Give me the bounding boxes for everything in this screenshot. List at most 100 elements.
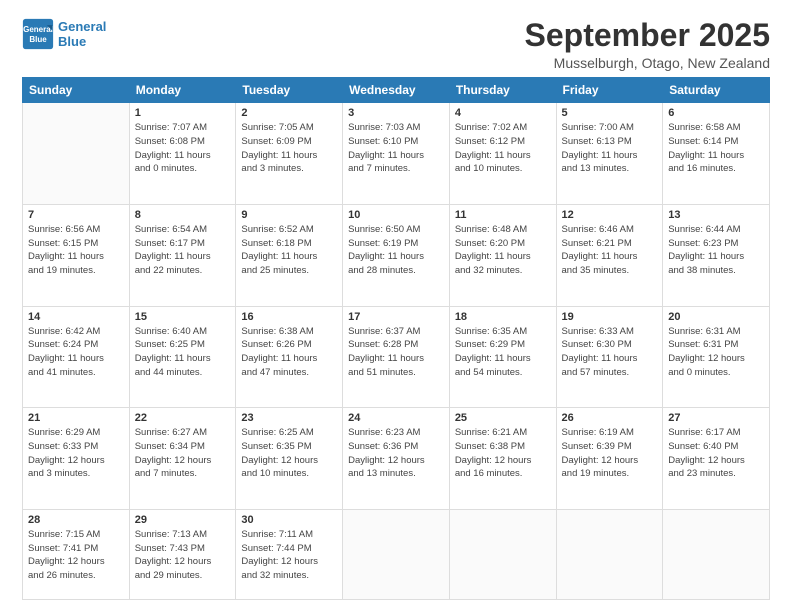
calendar-cell: 16Sunrise: 6:38 AM Sunset: 6:26 PM Dayli… — [236, 306, 343, 408]
day-number: 12 — [562, 209, 658, 221]
calendar-col-monday: Monday — [129, 78, 236, 103]
calendar-col-tuesday: Tuesday — [236, 78, 343, 103]
day-number: 5 — [562, 107, 658, 119]
calendar-cell: 13Sunrise: 6:44 AM Sunset: 6:23 PM Dayli… — [663, 204, 770, 306]
calendar-cell — [343, 509, 450, 599]
day-info: Sunrise: 6:40 AM Sunset: 6:25 PM Dayligh… — [135, 325, 231, 380]
calendar-col-thursday: Thursday — [449, 78, 556, 103]
calendar-week-4: 21 Sunrise: 6:29 AM Sunset: 6:33 PM Dayli… — [23, 408, 770, 510]
day-info: Sunrise: 6:21 AM Sunset: 6:38 PM Dayligh… — [455, 426, 551, 481]
day-info: Sunrise: 6:25 AM Sunset: 6:35 PM Dayligh… — [241, 426, 337, 481]
day-number: 7 — [28, 209, 124, 221]
day-number: 16 — [241, 311, 337, 323]
calendar-col-friday: Friday — [556, 78, 663, 103]
calendar-cell: 8 Sunrise: 6:54 AM Sunset: 6:17 PM Daylig… — [129, 204, 236, 306]
calendar-cell: 17 Sunrise: 6:37 AM Sunset: 6:28 PM Dayli… — [343, 306, 450, 408]
calendar-col-saturday: Saturday — [663, 78, 770, 103]
month-title: September 2025 — [525, 18, 770, 53]
day-number: 22 — [135, 412, 231, 424]
calendar-cell: 12 Sunrise: 6:46 AM Sunset: 6:21 PM Dayli… — [556, 204, 663, 306]
day-info: Sunrise: 7:02 AM Sunset: 6:12 PM Dayligh… — [455, 121, 551, 176]
calendar-cell: 10 Sunrise: 6:50 AM Sunset: 6:19 PM Dayli… — [343, 204, 450, 306]
day-number: 17 — [348, 311, 444, 323]
calendar-cell — [23, 103, 130, 205]
day-number: 13 — [668, 209, 764, 221]
calendar-cell: 7Sunrise: 6:56 AM Sunset: 6:15 PM Daylig… — [23, 204, 130, 306]
day-number: 21 — [28, 412, 124, 424]
day-info: Sunrise: 6:48 AM Sunset: 6:20 PM Dayligh… — [455, 223, 551, 278]
day-number: 10 — [348, 209, 444, 221]
calendar-week-2: 7Sunrise: 6:56 AM Sunset: 6:15 PM Daylig… — [23, 204, 770, 306]
day-info: Sunrise: 6:58 AM Sunset: 6:14 PM Dayligh… — [668, 121, 764, 176]
day-number: 27 — [668, 412, 764, 424]
day-number: 24 — [348, 412, 444, 424]
calendar-col-sunday: Sunday — [23, 78, 130, 103]
day-info: Sunrise: 7:03 AM Sunset: 6:10 PM Dayligh… — [348, 121, 444, 176]
calendar-cell: 22Sunrise: 6:27 AM Sunset: 6:34 PM Dayli… — [129, 408, 236, 510]
calendar-cell: 27Sunrise: 6:17 AM Sunset: 6:40 PM Dayli… — [663, 408, 770, 510]
day-number: 14 — [28, 311, 124, 323]
calendar-cell: 26 Sunrise: 6:19 AM Sunset: 6:39 PM Dayli… — [556, 408, 663, 510]
day-number: 28 — [28, 514, 124, 526]
day-info: Sunrise: 7:13 AM Sunset: 7:43 PM Dayligh… — [135, 528, 231, 583]
day-info: Sunrise: 6:29 AM Sunset: 6:33 PM Dayligh… — [28, 426, 124, 481]
day-number: 15 — [135, 311, 231, 323]
day-number: 8 — [135, 209, 231, 221]
page: General Blue General Blue September 2025… — [0, 0, 792, 612]
calendar-cell: 20 Sunrise: 6:31 AM Sunset: 6:31 PM Dayli… — [663, 306, 770, 408]
calendar-cell: 24 Sunrise: 6:23 AM Sunset: 6:36 PM Dayli… — [343, 408, 450, 510]
calendar-week-3: 14 Sunrise: 6:42 AM Sunset: 6:24 PM Dayli… — [23, 306, 770, 408]
calendar-table: SundayMondayTuesdayWednesdayThursdayFrid… — [22, 77, 770, 600]
day-number: 18 — [455, 311, 551, 323]
calendar-cell: 2Sunrise: 7:05 AM Sunset: 6:09 PM Daylig… — [236, 103, 343, 205]
calendar-cell: 28 Sunrise: 7:15 AM Sunset: 7:41 PM Dayli… — [23, 509, 130, 599]
day-info: Sunrise: 6:33 AM Sunset: 6:30 PM Dayligh… — [562, 325, 658, 380]
day-info: Sunrise: 6:37 AM Sunset: 6:28 PM Dayligh… — [348, 325, 444, 380]
day-info: Sunrise: 6:50 AM Sunset: 6:19 PM Dayligh… — [348, 223, 444, 278]
day-number: 11 — [455, 209, 551, 221]
calendar-cell: 11 Sunrise: 6:48 AM Sunset: 6:20 PM Dayli… — [449, 204, 556, 306]
title-block: September 2025 Musselburgh, Otago, New Z… — [525, 18, 770, 71]
day-number: 26 — [562, 412, 658, 424]
logo-icon: General Blue — [22, 18, 54, 50]
calendar-cell — [449, 509, 556, 599]
calendar-cell: 14 Sunrise: 6:42 AM Sunset: 6:24 PM Dayli… — [23, 306, 130, 408]
calendar-week-5: 28 Sunrise: 7:15 AM Sunset: 7:41 PM Dayli… — [23, 509, 770, 599]
day-number: 30 — [241, 514, 337, 526]
calendar-cell: 23 Sunrise: 6:25 AM Sunset: 6:35 PM Dayli… — [236, 408, 343, 510]
calendar-cell: 15 Sunrise: 6:40 AM Sunset: 6:25 PM Dayli… — [129, 306, 236, 408]
day-info: Sunrise: 7:00 AM Sunset: 6:13 PM Dayligh… — [562, 121, 658, 176]
day-number: 20 — [668, 311, 764, 323]
day-info: Sunrise: 6:23 AM Sunset: 6:36 PM Dayligh… — [348, 426, 444, 481]
day-info: Sunrise: 6:42 AM Sunset: 6:24 PM Dayligh… — [28, 325, 124, 380]
day-info: Sunrise: 6:35 AM Sunset: 6:29 PM Dayligh… — [455, 325, 551, 380]
calendar-cell: 18 Sunrise: 6:35 AM Sunset: 6:29 PM Dayli… — [449, 306, 556, 408]
day-info: Sunrise: 7:05 AM Sunset: 6:09 PM Dayligh… — [241, 121, 337, 176]
logo: General Blue General Blue — [22, 18, 106, 50]
day-info: Sunrise: 6:52 AM Sunset: 6:18 PM Dayligh… — [241, 223, 337, 278]
calendar-cell: 5 Sunrise: 7:00 AM Sunset: 6:13 PM Daylig… — [556, 103, 663, 205]
calendar-cell — [663, 509, 770, 599]
day-number: 4 — [455, 107, 551, 119]
calendar-cell: 25Sunrise: 6:21 AM Sunset: 6:38 PM Dayli… — [449, 408, 556, 510]
day-number: 19 — [562, 311, 658, 323]
calendar-cell: 9 Sunrise: 6:52 AM Sunset: 6:18 PM Daylig… — [236, 204, 343, 306]
day-info: Sunrise: 6:31 AM Sunset: 6:31 PM Dayligh… — [668, 325, 764, 380]
day-info: Sunrise: 7:15 AM Sunset: 7:41 PM Dayligh… — [28, 528, 124, 583]
header: General Blue General Blue September 2025… — [22, 18, 770, 71]
day-number: 9 — [241, 209, 337, 221]
calendar-cell: 29Sunrise: 7:13 AM Sunset: 7:43 PM Dayli… — [129, 509, 236, 599]
day-info: Sunrise: 6:19 AM Sunset: 6:39 PM Dayligh… — [562, 426, 658, 481]
day-info: Sunrise: 7:11 AM Sunset: 7:44 PM Dayligh… — [241, 528, 337, 583]
calendar-cell: 19 Sunrise: 6:33 AM Sunset: 6:30 PM Dayli… — [556, 306, 663, 408]
logo-text: General Blue — [58, 19, 106, 49]
day-number: 3 — [348, 107, 444, 119]
day-info: Sunrise: 6:54 AM Sunset: 6:17 PM Dayligh… — [135, 223, 231, 278]
calendar-col-wednesday: Wednesday — [343, 78, 450, 103]
calendar-cell — [556, 509, 663, 599]
svg-text:Blue: Blue — [29, 35, 47, 44]
location: Musselburgh, Otago, New Zealand — [525, 55, 770, 71]
day-number: 23 — [241, 412, 337, 424]
day-number: 6 — [668, 107, 764, 119]
day-info: Sunrise: 6:46 AM Sunset: 6:21 PM Dayligh… — [562, 223, 658, 278]
